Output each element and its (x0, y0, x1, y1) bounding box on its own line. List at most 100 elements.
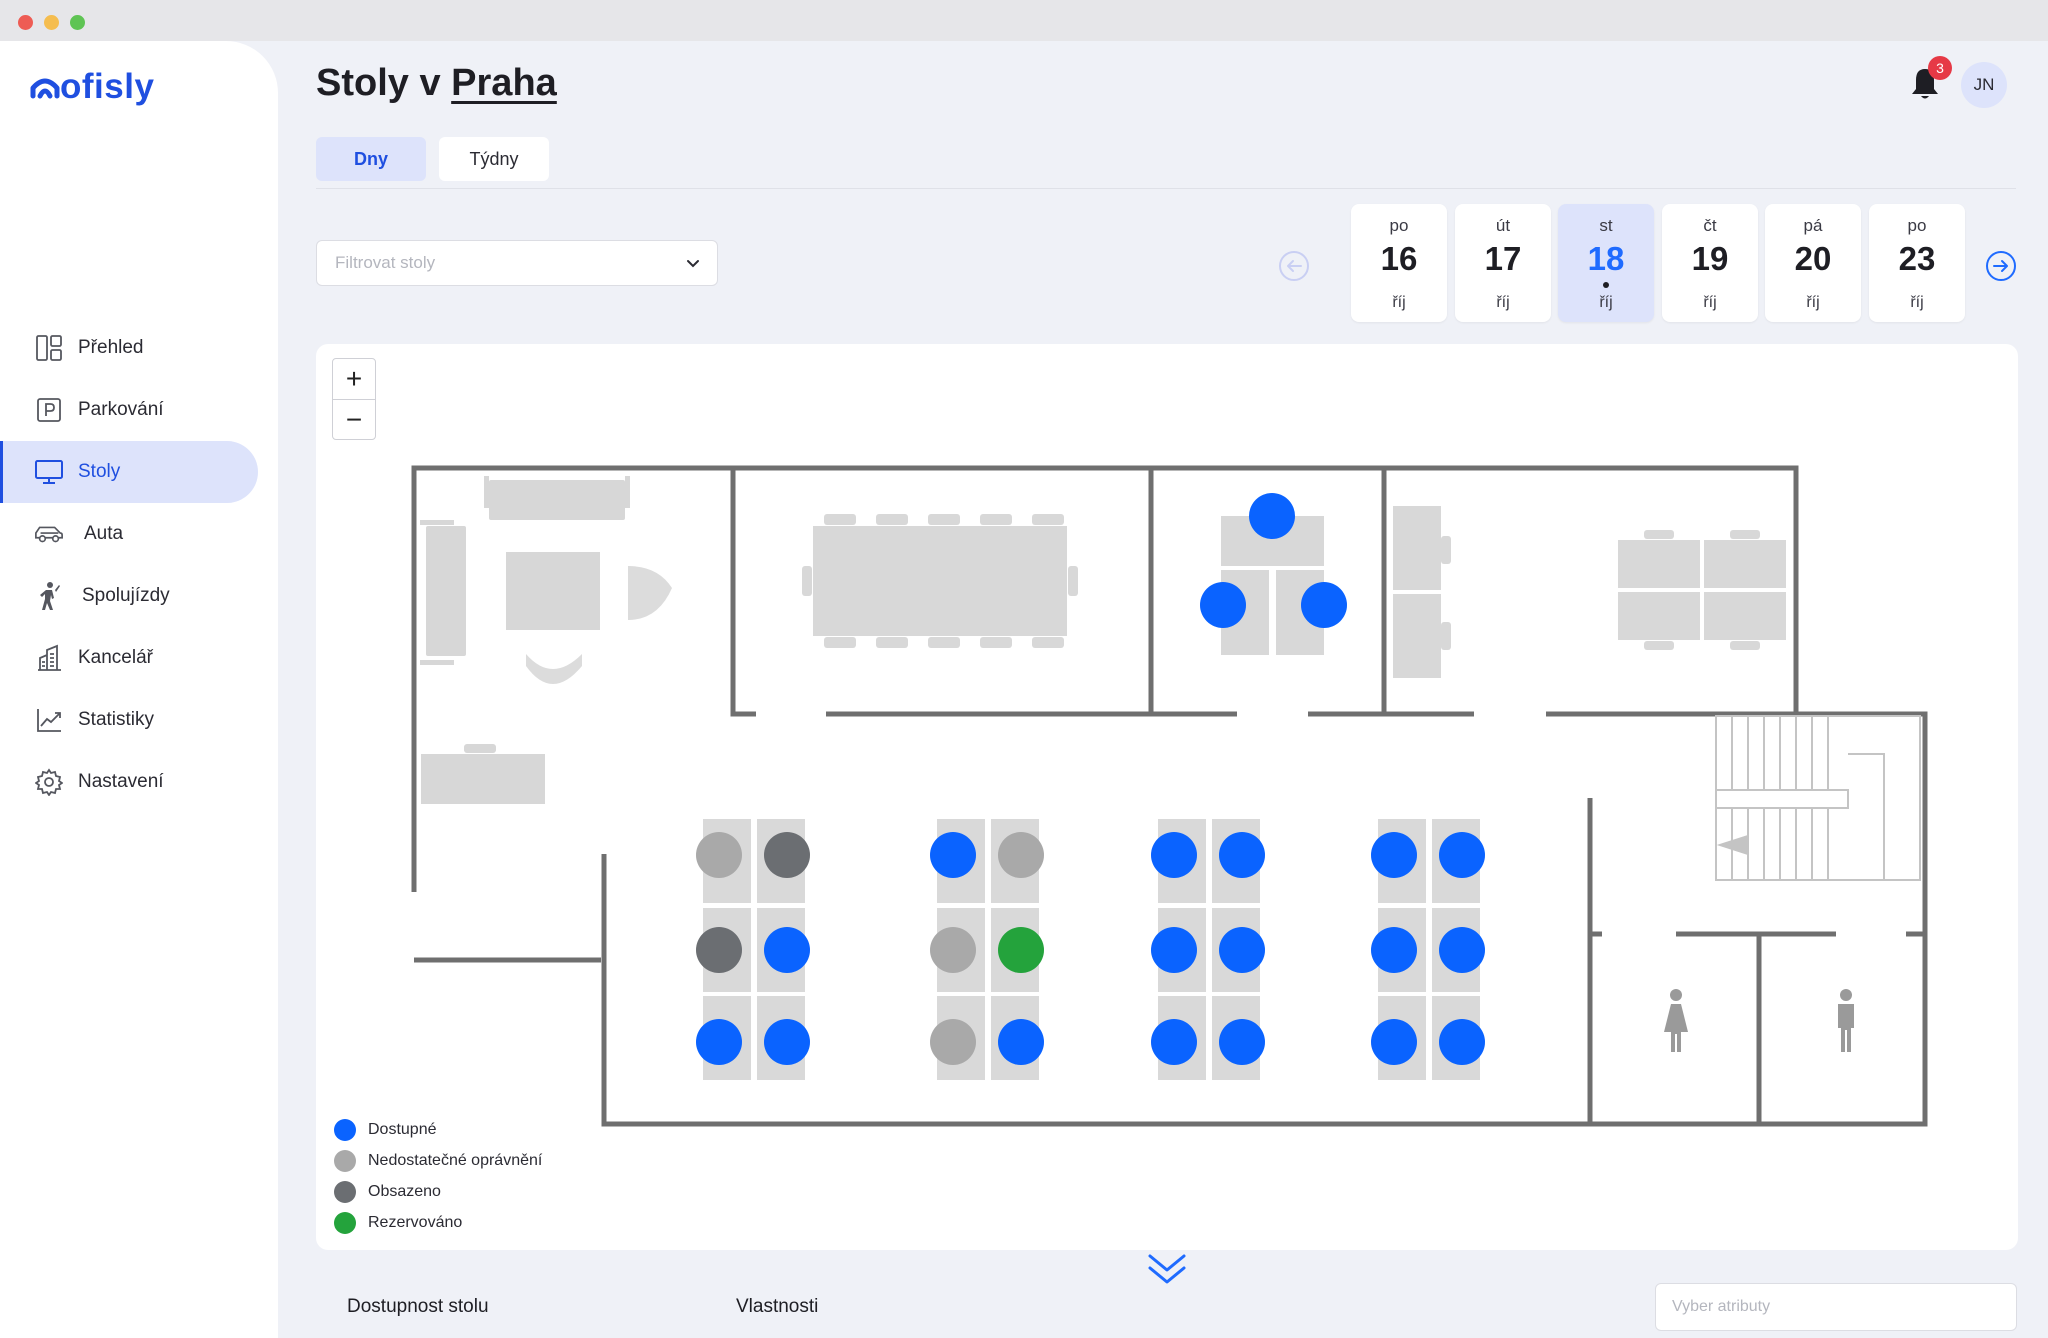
desk-seat-no-permission[interactable] (998, 832, 1044, 878)
next-days-arrow-icon[interactable] (1985, 250, 2017, 282)
divider (316, 188, 2016, 189)
day-number: 23 (1898, 240, 1936, 277)
desk-seat-occupied[interactable] (764, 832, 810, 878)
desk-seat-available[interactable] (1219, 1019, 1265, 1065)
attributes-placeholder: Vyber atributy (1672, 1298, 1771, 1315)
day-card[interactable]: pá 20 říj (1765, 204, 1861, 322)
desk-seat-available[interactable] (696, 1019, 742, 1065)
day-number: 17 (1484, 240, 1522, 277)
day-card[interactable]: út 17 říj (1455, 204, 1551, 322)
sidebar-item-kancelar[interactable]: Kancelář (0, 627, 278, 689)
day-month: říj (1599, 294, 1613, 311)
day-weekday: čt (1703, 216, 1717, 235)
sidebar-item-prehled[interactable]: Přehled (0, 317, 278, 379)
desk-seat-available[interactable] (1151, 1019, 1197, 1065)
day-card[interactable]: čt 19 říj (1662, 204, 1758, 322)
car-icon (34, 519, 64, 549)
logo-mark-icon (30, 78, 60, 99)
side-desks (1393, 506, 1451, 678)
status-legend: Dostupné Nedostatečné oprávnění Obsazeno… (334, 1114, 542, 1238)
legend-item-reserved: Rezervováno (334, 1207, 542, 1238)
open-desk-group (1618, 530, 1786, 650)
attributes-select[interactable]: Vyber atributy (1655, 1283, 2017, 1331)
tab-weeks[interactable]: Týdny (439, 137, 549, 181)
desk-tiles (703, 819, 1480, 1080)
page-title: Stoly v Praha (316, 62, 557, 105)
desk-seat-reserved[interactable] (998, 927, 1044, 973)
sidebar: ofisly Přehled Parkování Stoly Auta Spol… (0, 41, 278, 1338)
hitchhiker-icon (34, 581, 64, 611)
desk-seat-available[interactable] (1151, 832, 1197, 878)
desk-seat-available[interactable] (1371, 1019, 1417, 1065)
day-month: říj (1703, 294, 1717, 311)
desk-seat-available[interactable] (930, 832, 976, 878)
sidebar-item-auta[interactable]: Auta (0, 503, 278, 565)
building-icon (34, 643, 64, 673)
female-restroom-icon (1664, 989, 1688, 1052)
day-month: říj (1910, 294, 1924, 311)
logo-text: ofisly (60, 67, 155, 106)
desk-seat-available[interactable] (764, 927, 810, 973)
sidebar-item-parkovani[interactable]: Parkování (0, 379, 278, 441)
desk-seat-available[interactable] (1439, 832, 1485, 878)
legend-item-available: Dostupné (334, 1114, 542, 1145)
day-number: 16 (1380, 240, 1418, 277)
staircase (1715, 715, 1921, 881)
floor-plan-svg (411, 465, 1928, 1127)
desk-seats (696, 832, 1485, 1065)
window-titlebar (0, 0, 2048, 41)
day-number: 19 (1691, 240, 1729, 277)
desk-seat-available[interactable] (1219, 927, 1265, 973)
today-indicator (1603, 282, 1609, 288)
avatar[interactable]: JN (1961, 62, 2007, 108)
desk-seat-available[interactable] (764, 1019, 810, 1065)
desk-seat-available[interactable] (1439, 1019, 1485, 1065)
desk-seat-no-permission[interactable] (696, 832, 742, 878)
logo[interactable]: ofisly (30, 67, 154, 107)
legend-swatch (334, 1149, 356, 1172)
parking-icon (34, 395, 64, 425)
desk-filter-select[interactable]: Filtrovat stoly (316, 240, 718, 286)
desk-seat-occupied[interactable] (696, 927, 742, 973)
day-number: 18 (1587, 240, 1625, 277)
day-card[interactable]: po 16 říj (1351, 204, 1447, 322)
desk-seat-available[interactable] (1439, 927, 1485, 973)
day-card-selected[interactable]: st 18 říj (1558, 204, 1654, 322)
desk-seat-no-permission[interactable] (930, 927, 976, 973)
desk-seat-available[interactable] (1371, 832, 1417, 878)
day-card[interactable]: po 23 říj (1869, 204, 1965, 322)
sidebar-item-nastaveni[interactable]: Nastavení (0, 751, 278, 813)
sidebar-item-spolujizdy[interactable]: Spolujízdy (0, 565, 278, 627)
prev-days-arrow-icon[interactable] (1278, 250, 1310, 282)
meeting-seat-available[interactable] (1200, 582, 1246, 628)
maximize-window-button[interactable] (70, 15, 85, 30)
desk-seat-available[interactable] (1371, 927, 1417, 973)
minimize-window-button[interactable] (44, 15, 59, 30)
city-selector-link[interactable]: Praha (451, 62, 557, 104)
sidebar-item-label: Nastavení (78, 771, 164, 792)
male-restroom-icon (1838, 989, 1854, 1052)
sidebar-item-label: Spolujízdy (82, 585, 170, 606)
desk-seat-available[interactable] (1151, 927, 1197, 973)
sidebar-item-statistiky[interactable]: Statistiky (0, 689, 278, 751)
legend-label: Obsazeno (368, 1182, 441, 1200)
app-window: ofisly Přehled Parkování Stoly Auta Spol… (0, 0, 2048, 1338)
desk-seat-available[interactable] (1219, 832, 1265, 878)
meeting-seat-available[interactable] (1301, 582, 1347, 628)
sidebar-item-label: Auta (84, 523, 124, 544)
tab-days[interactable]: Dny (316, 137, 426, 181)
conference-table (802, 514, 1078, 648)
day-number: 20 (1794, 240, 1832, 277)
desk-seat-available[interactable] (998, 1019, 1044, 1065)
double-chevron-down-icon[interactable] (1146, 1252, 1188, 1288)
sidebar-item-label: Kancelář (78, 647, 153, 668)
legend-item-occupied: Obsazeno (334, 1176, 542, 1207)
close-window-button[interactable] (18, 15, 33, 30)
sidebar-item-label: Stoly (78, 461, 121, 482)
sidebar-item-stoly[interactable]: Stoly (0, 441, 258, 503)
gear-icon (34, 767, 64, 797)
meeting-seat-available[interactable] (1249, 493, 1295, 539)
floor-plan-map[interactable]: + − Dostupné Nedostatečné oprávnění Obsa… (316, 344, 2018, 1250)
chart-line-icon (34, 705, 64, 735)
desk-seat-no-permission[interactable] (930, 1019, 976, 1065)
